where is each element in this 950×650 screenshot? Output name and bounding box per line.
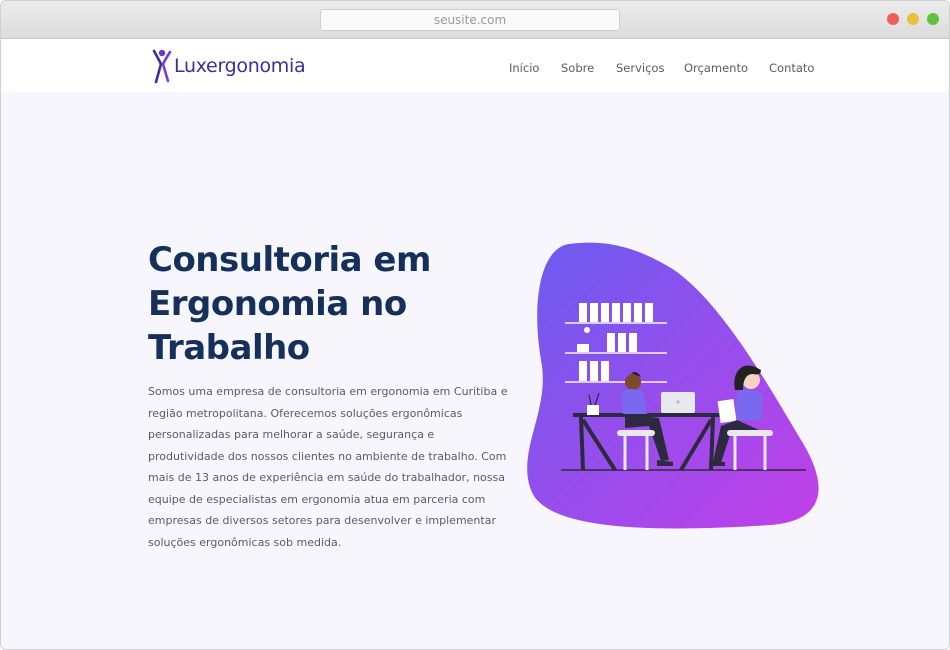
gradient-blob — [527, 242, 819, 529]
two-people-working-at-table-illustration — [527, 242, 819, 529]
address-bar[interactable]: seusite.com — [320, 9, 620, 31]
hero-section: Consultoria em Ergonomia no Trabalho Som… — [1, 92, 949, 649]
nav-inicio[interactable]: Início — [509, 61, 539, 75]
hero-description: Somos uma empresa de consultoria em ergo… — [148, 385, 508, 549]
logo[interactable]: Luxergonomia — [150, 48, 306, 84]
close-window-button[interactable] — [887, 13, 899, 25]
nav-contato[interactable]: Contato — [769, 61, 814, 75]
hero-title-line: Ergonomia no — [148, 284, 407, 324]
person-stretching-icon — [152, 49, 172, 84]
maximize-window-button[interactable] — [927, 13, 939, 25]
brand-name: Luxergonomia — [174, 55, 306, 77]
site-header: Luxergonomia Início Sobre Serviços Orçam… — [1, 39, 949, 92]
nav-sobre[interactable]: Sobre — [561, 61, 594, 75]
browser-chrome: seusite.com — [1, 1, 949, 39]
nav-orcamento[interactable]: Orçamento — [684, 61, 748, 75]
hero-title-line: Consultoria em — [148, 240, 431, 280]
hero-title: Consultoria em Ergonomia no Trabalho — [148, 238, 488, 370]
browser-window: seusite.com Luxergonomia Início Sobre Se… — [0, 0, 950, 650]
hero-title-line: Trabalho — [148, 328, 310, 368]
minimize-window-button[interactable] — [907, 13, 919, 25]
nav-servicos[interactable]: Serviços — [616, 61, 664, 75]
